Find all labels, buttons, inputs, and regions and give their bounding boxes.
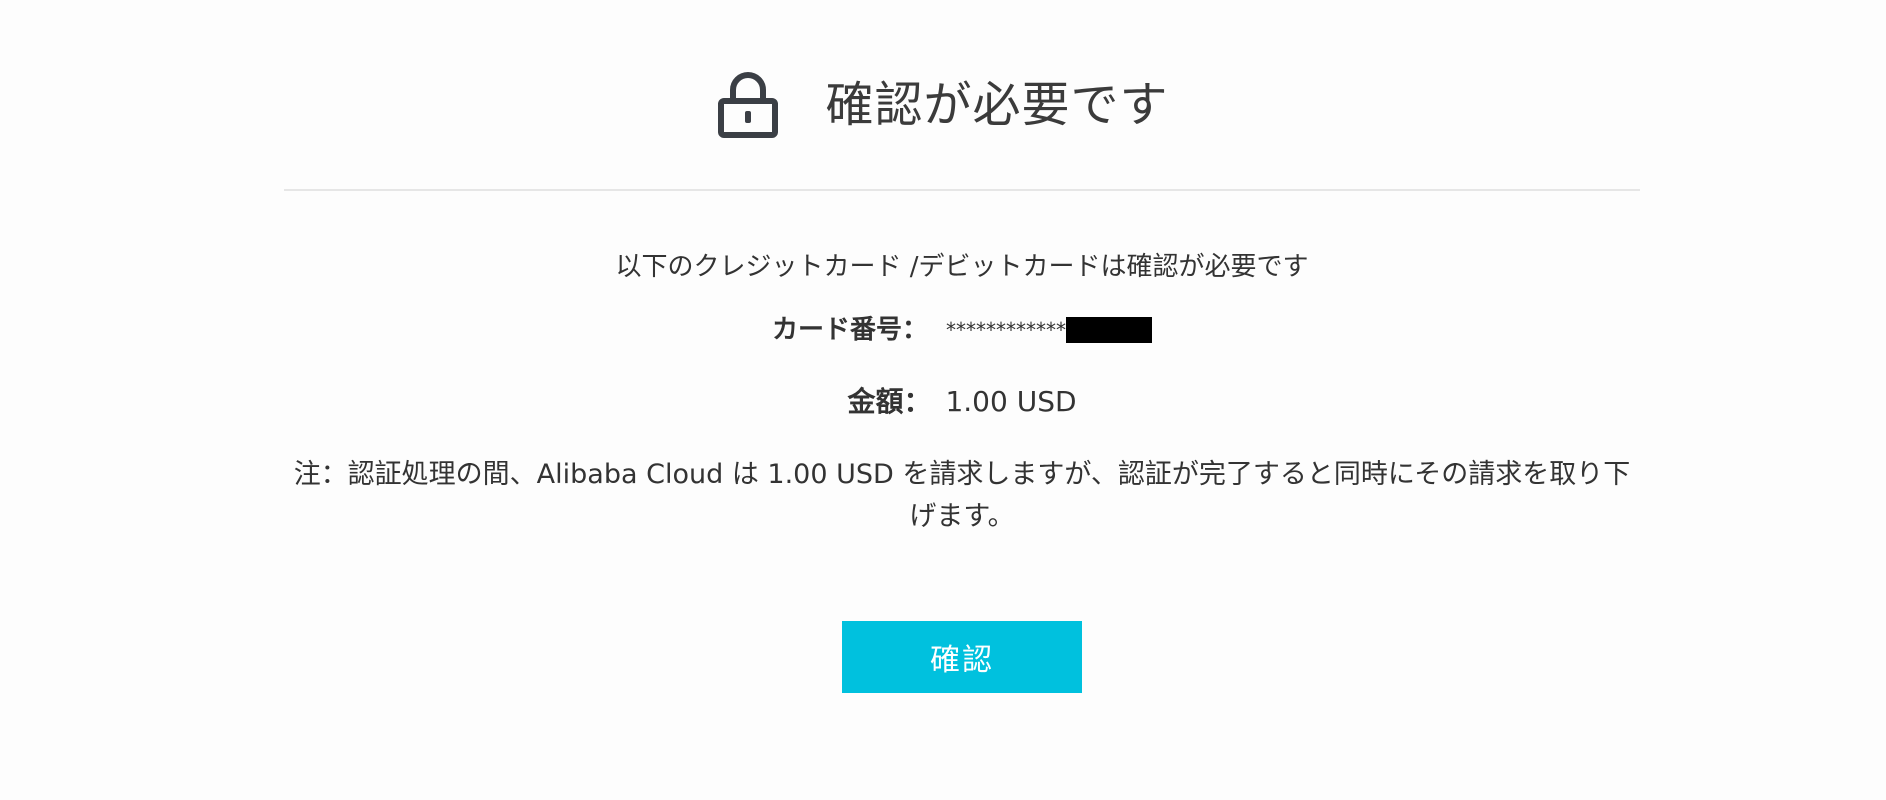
amount-label: 金額： (847, 385, 932, 418)
confirm-button[interactable]: 確認 (842, 621, 1082, 693)
card-number-label: カード番号： (771, 315, 928, 345)
card-number-masked: ************ (946, 318, 1066, 342)
verification-details: 以下のクレジットカード /デビットカードは確認が必要です カード番号： ****… (284, 248, 1640, 538)
page-header: 確認が必要です (0, 60, 1886, 150)
card-number-row: カード番号： ************ (284, 312, 1640, 348)
note-text: 注：認証処理の間、Alibaba Cloud は 1.00 USD を請求します… (293, 459, 1631, 532)
amount-value: 1.00 USD (945, 385, 1077, 418)
page-title: 確認が必要です (825, 77, 1169, 133)
card-number-redaction (1066, 317, 1152, 343)
header-divider (284, 189, 1640, 191)
description-text: 以下のクレジットカード /デビットカードは確認が必要です (615, 252, 1309, 282)
amount-row: 金額： 1.00 USD (284, 382, 1640, 422)
lock-icon (717, 71, 779, 139)
